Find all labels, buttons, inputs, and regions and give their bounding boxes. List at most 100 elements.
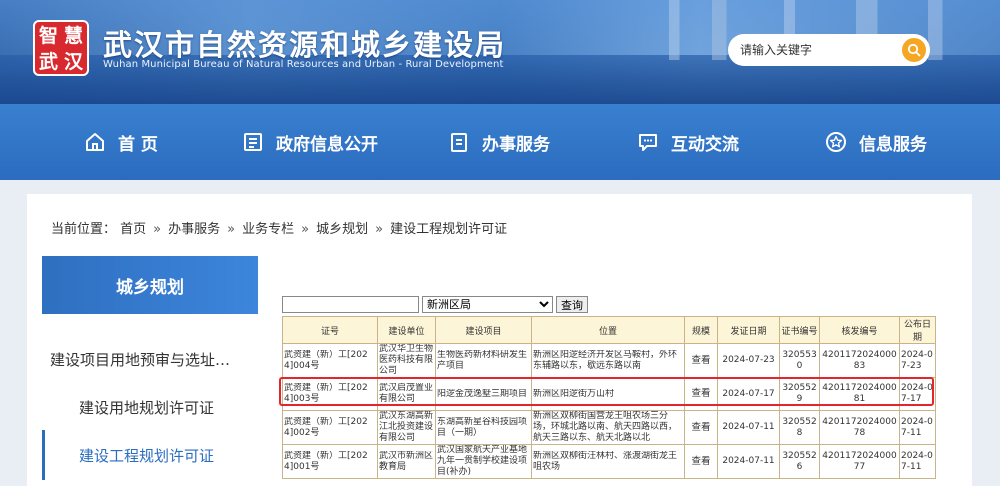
scale-cell: 查看 [684, 410, 718, 445]
star-icon [826, 132, 846, 152]
permit-table: 证号 建设单位 建设项目 位置 规模 发证日期 证书编号 核发编号 公布日期 武… [282, 316, 936, 479]
nav-label: 政府信息公开 [276, 134, 378, 155]
content-card: 当前位置： 首页 » 办事服务 » 业务专栏 » 城乡规划 » 建设工程规划许可证 城乡规划 建… [27, 194, 972, 486]
search-input[interactable] [740, 40, 890, 60]
nav-item-services[interactable]: 办事服务 [448, 104, 550, 180]
search-box [728, 34, 930, 66]
approval-number: 420117202400078 [819, 410, 900, 445]
filter-keyword-input[interactable] [282, 296, 419, 313]
certificate-number: 3205526 [779, 444, 820, 479]
project-name: 阳逻金茂逸墅三期项目 [435, 377, 532, 411]
breadcrumb-item[interactable]: 建设工程规划许可证 [390, 222, 507, 237]
view-link[interactable]: 查看 [691, 422, 710, 433]
permit-number: 武资建（新）工[2024]004号 [282, 343, 378, 378]
approval-number: 420117202400077 [819, 444, 900, 479]
nav-item-home[interactable]: 首 页 [84, 104, 158, 180]
breadcrumb-item[interactable]: 办事服务 [168, 222, 220, 237]
breadcrumb-item[interactable]: 城乡规划 [316, 222, 368, 237]
chat-icon [639, 134, 657, 151]
table-header-row: 证号 建设单位 建设项目 位置 规模 发证日期 证书编号 核发编号 公布日期 [282, 316, 936, 344]
cell-text: 新洲区阳逻街万山村 [533, 388, 615, 399]
certificate-number: 3205529 [779, 377, 820, 411]
sidebar-item-construction-permit[interactable]: 建设工程规划许可证 [42, 430, 258, 480]
search-button[interactable] [902, 38, 926, 62]
column-header[interactable]: 位置 [531, 316, 685, 344]
issue-date: 2024-07-23 [717, 343, 780, 378]
builder-unit: 武汉启茂置业有限公司 [377, 377, 436, 411]
nav-item-gov-info[interactable]: 政府信息公开 [242, 104, 378, 180]
nav-label: 首 页 [118, 134, 158, 155]
site-title: 武汉市自然资源和城乡建设局 [103, 28, 507, 62]
query-button[interactable]: 查询 [556, 296, 588, 313]
home-icon [86, 133, 104, 151]
sidebar-title: 城乡规划 [42, 256, 258, 314]
view-link[interactable]: 查看 [691, 388, 710, 399]
cell-text: 武汉东湖高新江北投资建设有限公司 [379, 411, 434, 444]
sidebar-item-label: 建设用地规划许可证 [79, 398, 215, 417]
logo-char: 智 [38, 25, 58, 47]
cell-text: 武汉启茂置业有限公司 [379, 383, 434, 404]
project-name: 东湖高新星谷科技园项目（一期） [435, 410, 532, 445]
publish-date: 2024-07-23 [899, 343, 936, 378]
district-select[interactable]: 新洲区局 [422, 296, 553, 313]
nav-label: 信息服务 [859, 134, 927, 155]
location: 新洲区双柳街汪林村、涨渡湖街龙王咀农场 [531, 444, 685, 479]
sidebar-item-land-permit[interactable]: 建设用地规划许可证 [42, 382, 258, 432]
column-header[interactable]: 证书编号 [779, 316, 820, 344]
column-header[interactable]: 建设单位 [377, 316, 436, 344]
sidebar-item-label: 建设工程规划许可证 [79, 446, 215, 465]
sidebar-item-label: 建设项目用地预审与选址… [50, 350, 231, 369]
breadcrumb-separator: » [375, 222, 384, 237]
table-row: 武资建（新）工[2024]001号 武汉市新洲区教育局 武汉国家航天产业基地九年… [282, 444, 936, 479]
nav-label: 办事服务 [482, 134, 550, 155]
builder-unit: 武汉东湖高新江北投资建设有限公司 [377, 410, 436, 445]
site-logo[interactable]: 智 慧 武 汉 [33, 20, 89, 76]
column-header[interactable]: 证号 [282, 316, 378, 344]
clipboard-icon [451, 133, 467, 152]
scale-cell: 查看 [684, 444, 718, 479]
issue-date: 2024-07-17 [717, 377, 780, 411]
search-icon [907, 43, 921, 57]
cell-text: 新洲区双柳街国营龙王咀农场三分场，环城北路以南、航天四路以西，航天三路以东、航天… [533, 411, 678, 444]
cell-text: 武资建（新）工[2024]001号 [284, 450, 368, 472]
sidebar-item-site-selection[interactable]: 建设项目用地预审与选址… [42, 334, 258, 384]
filter-row: 新洲区局 查询 [282, 296, 588, 314]
publish-date: 2024-07-11 [899, 410, 936, 445]
column-header[interactable]: 发证日期 [717, 316, 780, 344]
breadcrumb-item[interactable]: 业务专栏 [242, 222, 294, 237]
breadcrumb-separator: » [153, 222, 162, 237]
approval-number: 420117202400083 [819, 343, 900, 378]
cell-text: 新洲区阳逻经济开发区马鞍村，外环东辅路以东，歇远东路以南 [533, 349, 678, 371]
column-header[interactable]: 核发编号 [819, 316, 900, 344]
certificate-number: 3205530 [779, 343, 820, 378]
cell-text: 武资建（新）工[2024]002号 [284, 416, 368, 438]
location: 新洲区双柳街国营龙王咀农场三分场，环城北路以南、航天四路以西，航天三路以东、航天… [531, 410, 685, 445]
permit-number: 武资建（新）工[2024]001号 [282, 444, 378, 479]
logo-char: 汉 [63, 51, 83, 73]
column-header[interactable]: 公布日期 [899, 316, 936, 344]
nav-item-interaction[interactable]: 互动交流 [637, 104, 739, 180]
breadcrumb-item[interactable]: 首页 [120, 222, 146, 237]
project-name: 生物医药新材料研发生产项目 [435, 343, 532, 378]
cell-text: 武汉国家航天产业基地九年一贯制学校建设项目(补办) [437, 445, 528, 478]
header-banner: 智 慧 武 汉 武汉市自然资源和城乡建设局 Wuhan Municipal Bu… [0, 0, 1000, 104]
column-header[interactable]: 建设项目 [435, 316, 532, 344]
column-header[interactable]: 规模 [684, 316, 718, 344]
issue-date: 2024-07-11 [717, 444, 780, 479]
table-row: 武资建（新）工[2024]004号 武汉华卫生物医药科技有限公司 生物医药新材料… [282, 343, 936, 378]
nav-item-info-service[interactable]: 信息服务 [825, 104, 927, 180]
logo-char: 武 [38, 51, 58, 73]
view-link[interactable]: 查看 [691, 456, 710, 467]
table-row: 武资建（新）工[2024]002号 武汉东湖高新江北投资建设有限公司 东湖高新星… [282, 410, 936, 445]
logo-char: 慧 [63, 25, 83, 47]
issue-date: 2024-07-11 [717, 410, 780, 445]
cell-text: 武汉华卫生物医药科技有限公司 [379, 344, 434, 377]
permit-number: 武资建（新）工[2024]002号 [282, 410, 378, 445]
cell-text: 生物医药新材料研发生产项目 [437, 349, 528, 371]
location: 新洲区阳逻街万山村 [531, 377, 685, 411]
approval-number: 420117202400081 [819, 377, 900, 411]
breadcrumb: 当前位置： 首页 » 办事服务 » 业务专栏 » 城乡规划 » 建设工程规划许可证 [51, 218, 507, 237]
site-subtitle: Wuhan Municipal Bureau of Natural Resour… [103, 59, 504, 70]
location: 新洲区阳逻经济开发区马鞍村，外环东辅路以东，歇远东路以南 [531, 343, 685, 378]
view-link[interactable]: 查看 [691, 355, 710, 366]
